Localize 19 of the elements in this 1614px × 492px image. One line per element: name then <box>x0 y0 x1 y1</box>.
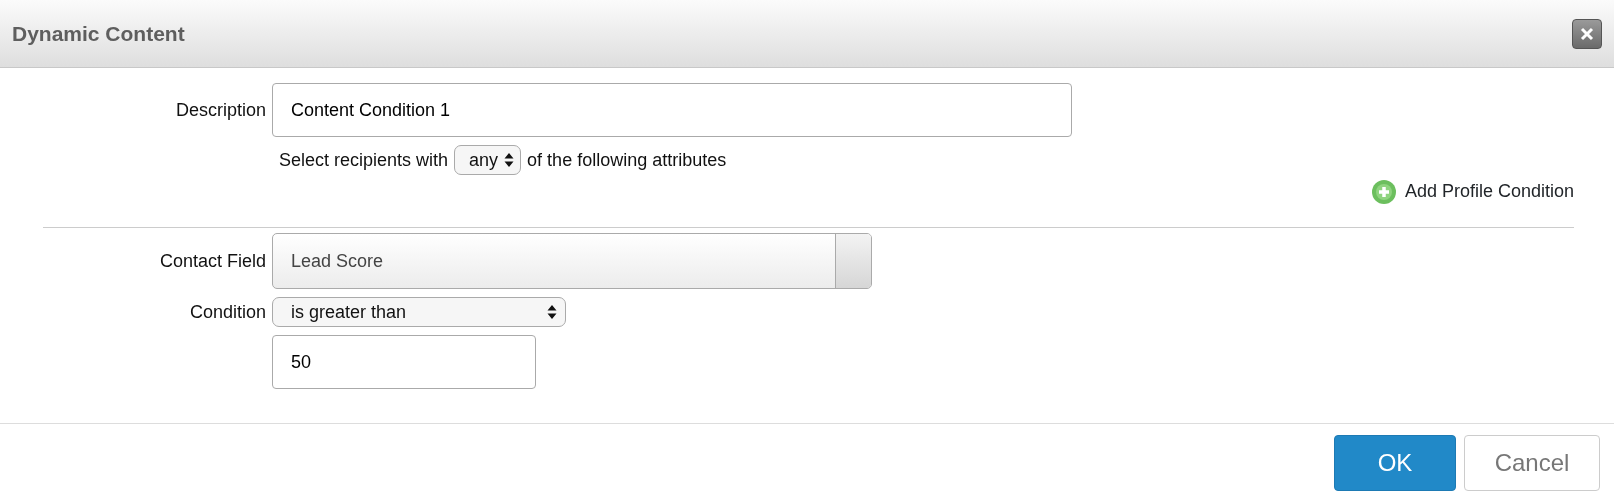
contact-field-picker[interactable]: Lead Score <box>272 233 872 289</box>
updown-arrow-icon <box>547 304 557 320</box>
field-label: Condition <box>188 300 267 324</box>
field-label: Contact Field <box>158 249 267 273</box>
cancel-button[interactable]: Cancel <box>1464 435 1600 491</box>
condition-select[interactable]: is greater than <box>272 297 566 327</box>
value-field[interactable]: 50 <box>272 335 536 389</box>
match-suffix-text: of the following attributes <box>527 148 727 172</box>
match-prefix-text: Select recipients with <box>279 148 449 172</box>
ok-button[interactable]: OK <box>1334 435 1456 491</box>
description-field[interactable]: Content Condition 1 <box>272 83 1072 137</box>
plus-icon <box>1370 178 1397 205</box>
dialog-title: Dynamic Content <box>12 20 185 47</box>
add-condition-link[interactable]: Add Profile Condition <box>1370 178 1574 205</box>
updown-arrow-icon <box>504 152 515 168</box>
close-icon <box>1579 25 1595 42</box>
field-label: Description <box>174 98 267 122</box>
close-button[interactable] <box>1572 18 1602 49</box>
match-select[interactable]: any <box>454 145 522 175</box>
